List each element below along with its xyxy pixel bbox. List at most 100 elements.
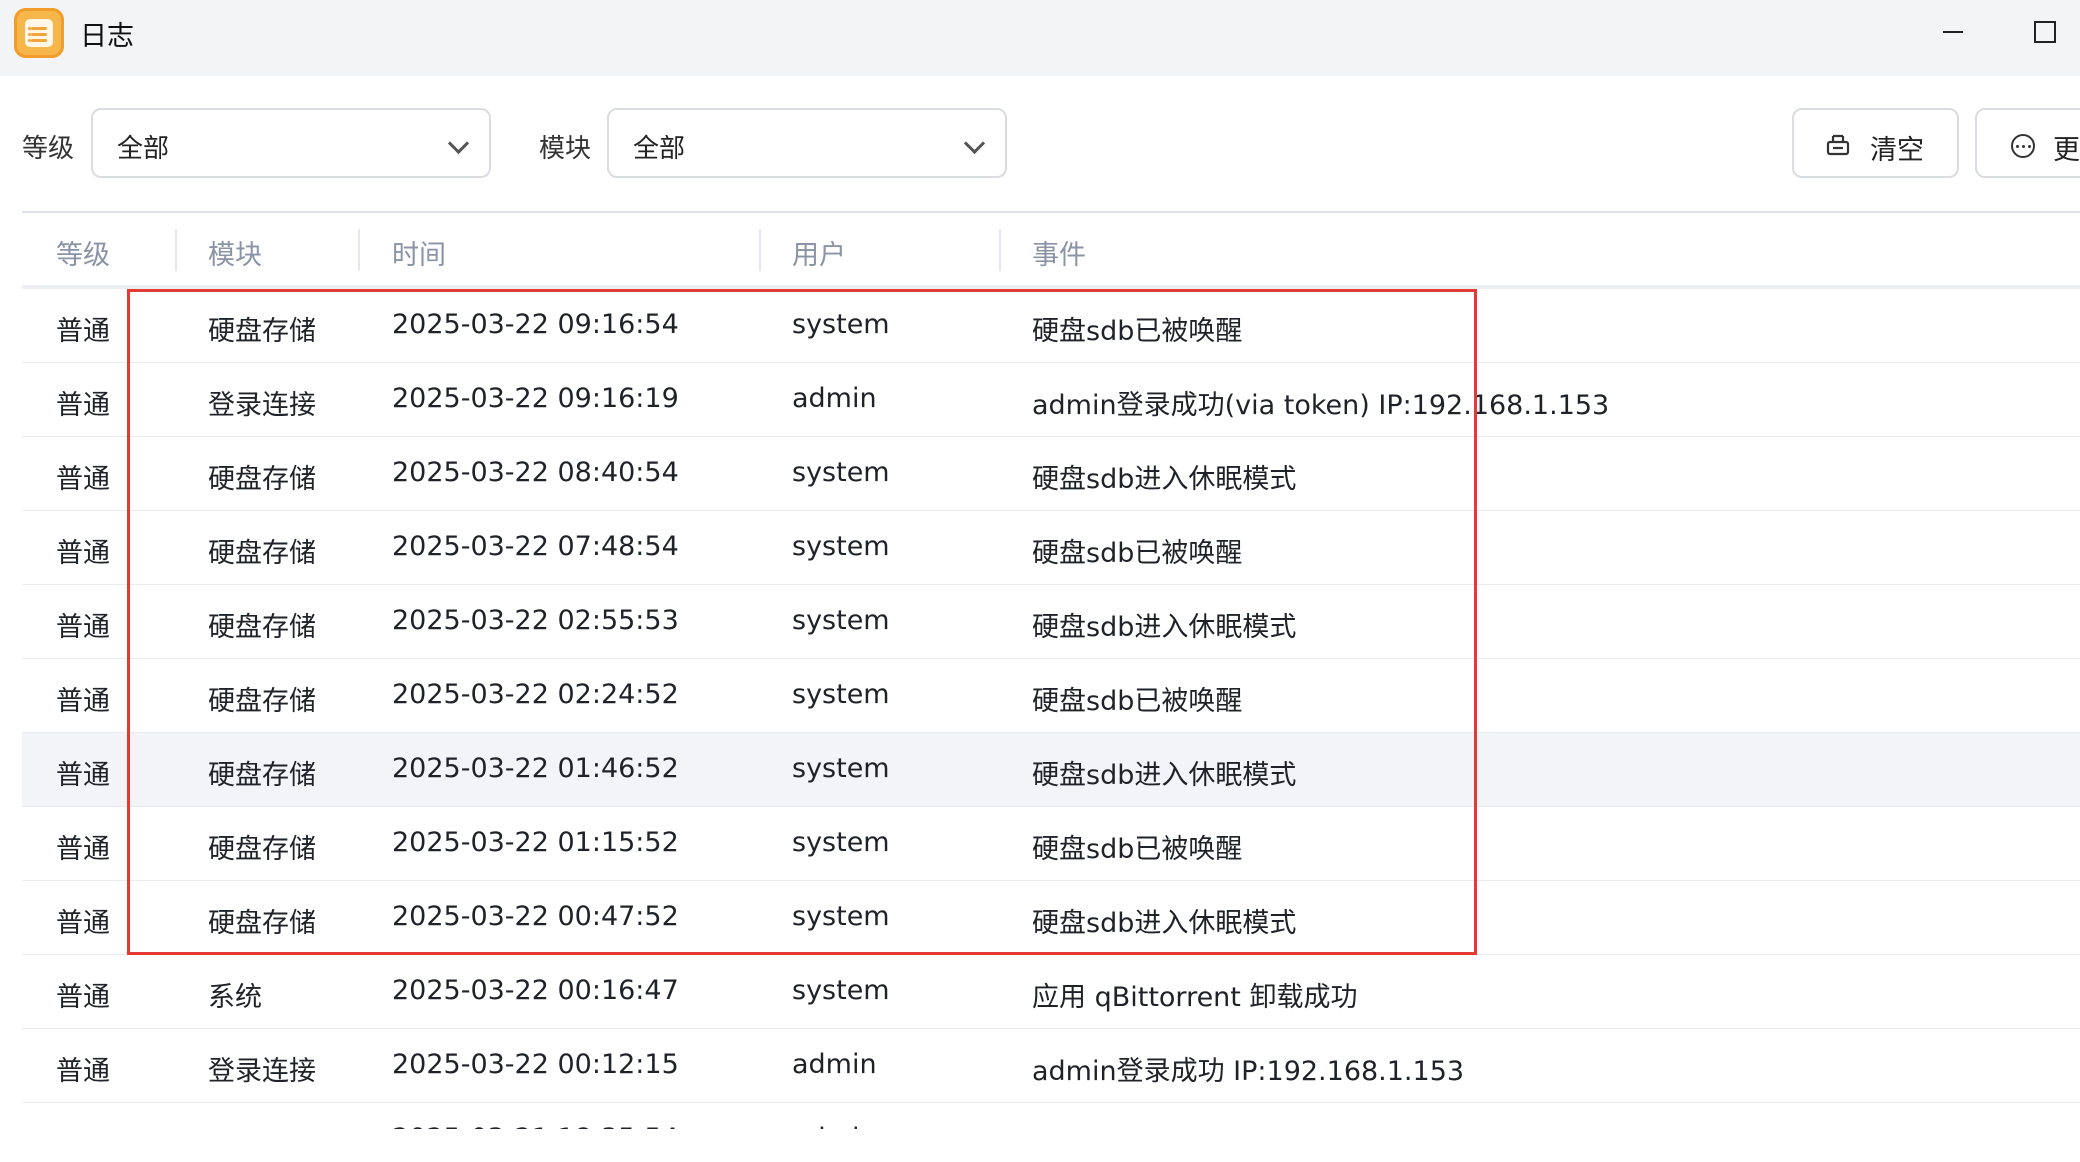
table-row[interactable]: 普通 硬盘存储 2025-03-22 01:46:52 system 硬盘sdb进入休眠…: [22, 733, 2080, 807]
cell-module: 硬盘存储: [208, 834, 316, 865]
cell-module: 系统: [208, 982, 262, 1013]
cell-level: 普通: [56, 1056, 110, 1087]
module-select[interactable]: 全部: [607, 108, 1007, 178]
more-button[interactable]: 更: [1975, 108, 2080, 178]
level-filter-label: 等级: [22, 134, 75, 164]
table-row[interactable]: 普通 硬盘存储 2025-03-22 08:40:54 system 硬盘sdb进入休眠…: [22, 437, 2080, 511]
table-row[interactable]: 普通 登录连接 2025-03-22 09:16:19 admin admin登录成功(…: [22, 363, 2080, 437]
cell-user: system: [792, 901, 890, 932]
cell-module: 硬盘存储: [208, 760, 316, 791]
cell-event: 硬盘sdb进入休眠模式: [1032, 612, 1297, 643]
cell-user: system: [792, 309, 890, 340]
table-row[interactable]: 普通 系统 2025-03-22 00:16:47 system 应用 qBittorr…: [22, 955, 2080, 1029]
clear-button-label: 清空: [1870, 135, 1924, 166]
cell-module: 硬盘存储: [208, 612, 316, 643]
header-module[interactable]: 模块: [208, 233, 262, 272]
level-select-value: 全部: [117, 134, 170, 164]
more-button-label: 更: [2053, 135, 2080, 166]
cell-time: 2025-03-22 09:16:19: [392, 383, 679, 414]
cell-event: 硬盘sdb已被唤醒: [1032, 686, 1243, 717]
column-separator[interactable]: [999, 229, 1001, 271]
column-separator[interactable]: [358, 229, 360, 271]
cell-event: admin登录成功 IP:192.168.1.153: [1032, 1056, 1465, 1087]
table-header: 等级 模块 时间 用户 事件: [22, 213, 2080, 287]
basket-icon: [1826, 134, 1850, 156]
level-select[interactable]: 全部: [91, 108, 491, 178]
cell-event: admin登录成功(via token) IP:192.168.1.153: [1032, 390, 1610, 421]
minimize-button[interactable]: [1931, 12, 1975, 52]
header-event[interactable]: 事件: [1032, 233, 1086, 272]
cell-level: 普通: [56, 1123, 110, 1129]
cell-user: system: [792, 753, 890, 784]
cell-module: 硬盘存储: [208, 316, 316, 347]
cell-level: 普通: [56, 686, 110, 717]
cell-event: 硬盘sdb已被唤醒: [1032, 834, 1243, 865]
cell-user: system: [792, 679, 890, 710]
cell-module: 硬盘存储: [208, 538, 316, 569]
cell-level: 普通: [56, 538, 110, 569]
cell-level: 普通: [56, 390, 110, 421]
table-row[interactable]: 普通 硬盘存储 2025-03-22 01:15:52 system 硬盘sdb已被唤醒: [22, 807, 2080, 881]
table-body: 普通 硬盘存储 2025-03-22 09:16:54 system 硬盘sdb已被唤醒…: [22, 289, 2080, 1129]
table-row[interactable]: 普通 登录连接 2025-03-21 18:35:54 admin admin登录成功(…: [22, 1103, 2080, 1129]
cell-user: admin: [792, 383, 877, 414]
cell-level: 普通: [56, 464, 110, 495]
cell-event: 硬盘sdb进入休眠模式: [1032, 464, 1297, 495]
cell-time: 2025-03-22 08:40:54: [392, 457, 679, 488]
cell-module: 登录连接: [208, 1056, 316, 1087]
module-filter-label: 模块: [539, 134, 592, 164]
cell-level: 普通: [56, 612, 110, 643]
cell-user: system: [792, 975, 890, 1006]
cell-event: 硬盘sdb进入休眠模式: [1032, 908, 1297, 939]
column-separator[interactable]: [175, 229, 177, 271]
table-row[interactable]: 普通 硬盘存储 2025-03-22 02:55:53 system 硬盘sdb进入休眠…: [22, 585, 2080, 659]
clear-button[interactable]: 清空: [1792, 108, 1959, 178]
header-time[interactable]: 时间: [392, 233, 446, 272]
cell-user: admin: [792, 1123, 877, 1129]
cell-time: 2025-03-22 07:48:54: [392, 531, 679, 562]
cell-module: 登录连接: [208, 390, 316, 421]
cell-level: 普通: [56, 908, 110, 939]
cell-user: system: [792, 531, 890, 562]
cell-time: 2025-03-22 01:46:52: [392, 753, 679, 784]
cell-module: 硬盘存储: [208, 908, 316, 939]
cell-module: 硬盘存储: [208, 686, 316, 717]
cell-module: 登录连接: [208, 1123, 316, 1129]
cell-time: 2025-03-22 02:24:52: [392, 679, 679, 710]
cell-user: system: [792, 605, 890, 636]
chevron-down-icon: [963, 132, 986, 155]
cell-user: system: [792, 457, 890, 488]
table-row[interactable]: 普通 硬盘存储 2025-03-22 02:24:52 system 硬盘sdb已被唤醒: [22, 659, 2080, 733]
cell-time: 2025-03-22 00:16:47: [392, 975, 679, 1006]
cell-module: 硬盘存储: [208, 464, 316, 495]
window-title: 日志: [80, 21, 134, 52]
header-user[interactable]: 用户: [792, 233, 846, 272]
column-separator[interactable]: [759, 229, 761, 271]
cell-level: 普通: [56, 834, 110, 865]
cell-time: 2025-03-22 00:12:15: [392, 1049, 679, 1080]
cell-time: 2025-03-21 18:35:54: [392, 1123, 679, 1129]
cell-level: 普通: [56, 760, 110, 791]
cell-event: 硬盘sdb进入休眠模式: [1032, 760, 1297, 791]
cell-user: admin: [792, 1049, 877, 1080]
table-row[interactable]: 普通 硬盘存储 2025-03-22 00:47:52 system 硬盘sdb进入休眠…: [22, 881, 2080, 955]
cell-time: 2025-03-22 01:15:52: [392, 827, 679, 858]
maximize-button[interactable]: [2022, 12, 2066, 52]
table-row[interactable]: 普通 硬盘存储 2025-03-22 09:16:54 system 硬盘sdb已被唤醒: [22, 289, 2080, 363]
cell-user: system: [792, 827, 890, 858]
cell-event: admin登录成功(via token) IP:2409:8a28:51a:3f…: [1032, 1123, 1915, 1129]
cell-time: 2025-03-22 09:16:54: [392, 309, 679, 340]
more-icon: [2011, 134, 2035, 158]
cell-time: 2025-03-22 00:47:52: [392, 901, 679, 932]
cell-level: 普通: [56, 316, 110, 347]
header-level[interactable]: 等级: [56, 233, 110, 272]
cell-event: 硬盘sdb已被唤醒: [1032, 316, 1243, 347]
table-row[interactable]: 普通 硬盘存储 2025-03-22 07:48:54 system 硬盘sdb已被唤醒: [22, 511, 2080, 585]
cell-level: 普通: [56, 982, 110, 1013]
cell-event: 应用 qBittorrent 卸载成功: [1032, 982, 1358, 1013]
log-app-icon: [14, 8, 64, 58]
chevron-down-icon: [447, 132, 470, 155]
module-select-value: 全部: [633, 134, 686, 164]
table-row[interactable]: 普通 登录连接 2025-03-22 00:12:15 admin admin登录成功 …: [22, 1029, 2080, 1103]
cell-time: 2025-03-22 02:55:53: [392, 605, 679, 636]
